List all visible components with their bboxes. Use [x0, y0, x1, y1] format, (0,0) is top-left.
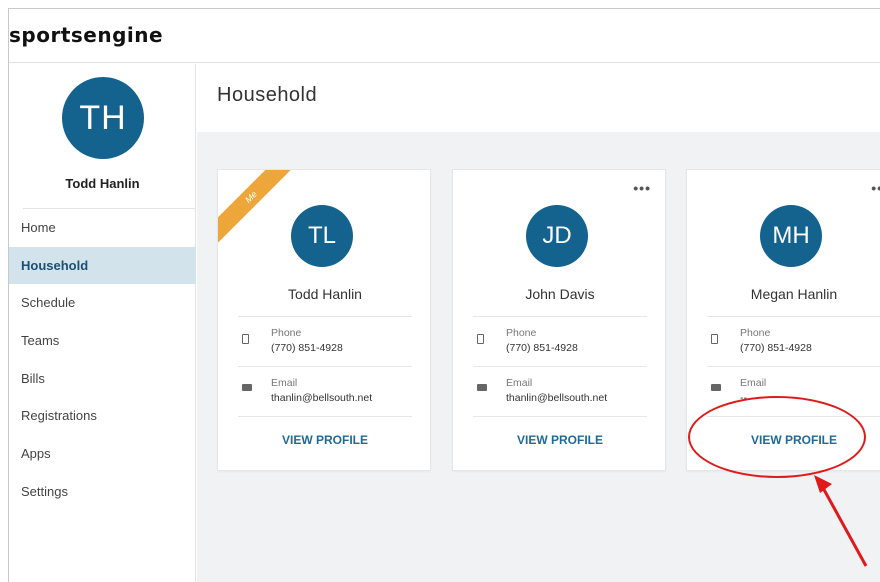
phone-label: Phone	[271, 327, 302, 339]
phone-row: Phone (770) 851-4928	[473, 316, 647, 366]
email-icon	[477, 384, 487, 391]
user-name: Todd Hanlin	[65, 176, 140, 191]
email-value: thanlin@bellsouth.net	[506, 392, 608, 404]
member-name: Megan Hanlin	[750, 286, 838, 302]
phone-value: (770) 851-4928	[271, 342, 343, 354]
user-avatar[interactable]: TH	[62, 77, 144, 159]
member-card: Me TL Todd Hanlin Phone (770) 851-4928 E…	[217, 169, 431, 471]
member-card: ••• JD John Davis Phone (770) 851-4928 E…	[452, 169, 666, 471]
more-options-icon[interactable]: •••	[633, 181, 651, 195]
email-row: Email thanlin@bellsouth.net	[473, 366, 647, 416]
email-icon	[711, 384, 721, 391]
app-window: sportsengine TH Todd Hanlin Home Househo…	[8, 8, 880, 582]
member-name: Todd Hanlin	[288, 286, 362, 302]
sidebar-item-home[interactable]: Home	[9, 209, 196, 247]
phone-row: Phone (770) 851-4928	[707, 316, 880, 366]
sidebar-nav: Home Household Schedule Teams Bills Regi…	[9, 209, 196, 511]
more-options-icon[interactable]: •••	[871, 181, 880, 195]
phone-icon	[477, 334, 484, 344]
annotation-ellipse	[688, 396, 866, 478]
sidebar-item-schedule[interactable]: Schedule	[9, 284, 196, 322]
email-row: Email thanlin@bellsouth.net	[238, 366, 412, 416]
email-icon	[242, 384, 252, 391]
email-label: Email	[271, 377, 298, 389]
email-value: thanlin@bellsouth.net	[271, 392, 373, 404]
email-label: Email	[506, 377, 533, 389]
email-label: Email	[740, 377, 767, 389]
phone-value: (770) 851-4928	[506, 342, 578, 354]
me-badge: Me	[218, 170, 297, 243]
sidebar-item-teams[interactable]: Teams	[9, 322, 196, 360]
main-content: Household Me TL Todd Hanlin Phone (770) …	[197, 64, 880, 582]
sportsengine-logo[interactable]: sportsengine	[9, 23, 163, 47]
page-title: Household	[217, 84, 318, 106]
sidebar: TH Todd Hanlin Home Household Schedule T…	[9, 64, 196, 582]
phone-icon	[242, 334, 249, 344]
member-name: John Davis	[525, 286, 595, 302]
view-profile-button[interactable]: VIEW PROFILE	[238, 416, 412, 462]
sidebar-item-bills[interactable]: Bills	[9, 360, 196, 398]
phone-label: Phone	[740, 327, 771, 339]
top-bar: sportsengine	[9, 9, 880, 63]
sidebar-item-registrations[interactable]: Registrations	[9, 397, 196, 435]
phone-row: Phone (770) 851-4928	[238, 316, 412, 366]
sidebar-item-apps[interactable]: Apps	[9, 435, 196, 473]
page-header: Household	[197, 64, 880, 132]
phone-value: (770) 851-4928	[740, 342, 812, 354]
view-profile-button[interactable]: VIEW PROFILE	[473, 416, 647, 462]
member-avatar: MH	[760, 205, 822, 267]
sidebar-item-household[interactable]: Household	[9, 246, 196, 285]
member-avatar: JD	[526, 205, 588, 267]
phone-label: Phone	[506, 327, 537, 339]
sidebar-item-settings[interactable]: Settings	[9, 473, 196, 511]
member-avatar: TL	[291, 205, 353, 267]
phone-icon	[711, 334, 718, 344]
